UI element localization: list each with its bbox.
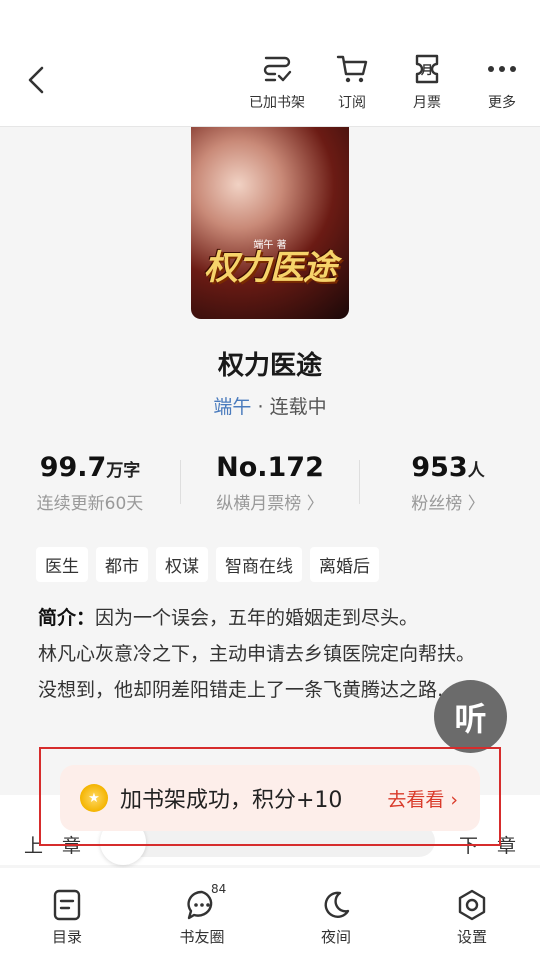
- tag-item[interactable]: 离婚后: [310, 547, 379, 582]
- svg-text:月: 月: [420, 63, 433, 77]
- intro-line: 林凡心灰意冷之下，主动申请去乡镇医院定向帮扶。: [38, 643, 476, 665]
- tag-item[interactable]: 都市: [96, 547, 148, 582]
- ticket-rank-stat[interactable]: No.172 纵横月票榜 〉: [180, 452, 360, 514]
- bookshelf-check-icon: [260, 52, 294, 86]
- fans-stat[interactable]: 953人 粉丝榜 〉: [358, 452, 538, 514]
- catalog-icon: [50, 888, 84, 922]
- nav-label: 设置: [456, 928, 487, 946]
- stat-divider: [359, 460, 360, 504]
- subscribe-label: 订阅: [338, 95, 366, 111]
- intro-line: 因为一个误会，五年的婚姻走到尽头。: [95, 607, 419, 629]
- nav-book-circle[interactable]: 84 书友圈: [162, 882, 242, 947]
- bottom-nav: 目录 84 书友圈 夜间 设置: [0, 868, 540, 960]
- bookshelf-button[interactable]: 已加书架: [245, 52, 309, 114]
- ticket-icon: 月: [410, 52, 444, 86]
- tag-item[interactable]: 医生: [36, 547, 88, 582]
- top-bar: 已加书架 订阅 月 月票 更多: [0, 0, 540, 127]
- word-count-value: 99.7: [39, 452, 107, 483]
- tag-item[interactable]: 智商在线: [216, 547, 302, 582]
- word-count-unit: 万字: [106, 461, 141, 481]
- monthly-ticket-button[interactable]: 月 月票: [395, 52, 459, 114]
- tag-list: 医生 都市 权谋 智商在线 离婚后: [36, 547, 379, 582]
- monthly-ticket-label: 月票: [413, 95, 441, 111]
- bookshelf-label: 已加书架: [249, 95, 305, 111]
- author-link[interactable]: 端午: [213, 396, 251, 418]
- moon-icon: [319, 888, 353, 922]
- fans-rank-label: 粉丝榜 〉: [411, 494, 485, 514]
- more-dots-icon: [485, 52, 519, 86]
- fans-unit: 人: [467, 461, 485, 481]
- nav-label: 夜间: [320, 928, 351, 946]
- nav-catalog[interactable]: 目录: [27, 888, 107, 947]
- cover-title: 权力医途: [204, 248, 337, 288]
- nav-label: 书友圈: [179, 928, 225, 946]
- nav-settings[interactable]: 设置: [432, 888, 512, 947]
- ticket-rank-value: No.172: [216, 452, 324, 483]
- nav-night-mode[interactable]: 夜间: [296, 888, 376, 947]
- book-meta: 端午 · 连载中: [0, 392, 540, 419]
- book-intro[interactable]: 简介：因为一个误会，五年的婚姻走到尽头。 林凡心灰意冷之下，主动申请去乡镇医院定…: [38, 600, 493, 708]
- stat-divider: [180, 460, 181, 504]
- subscribe-button[interactable]: 订阅: [320, 52, 384, 114]
- highlight-box: [39, 747, 501, 846]
- update-streak: 连续更新60天: [36, 494, 144, 514]
- fans-value: 953: [411, 452, 468, 483]
- chat-bubble-icon: 84: [185, 882, 226, 922]
- book-cover[interactable]: 端午 著 权力医途: [191, 127, 349, 319]
- book-title: 权力医途: [217, 351, 322, 381]
- book-circle-badge: 84: [211, 882, 227, 896]
- back-button[interactable]: [20, 62, 52, 98]
- listen-button[interactable]: 听: [434, 680, 507, 753]
- more-button[interactable]: 更多: [470, 52, 534, 114]
- nav-label: 目录: [51, 928, 82, 946]
- intro-line: 没想到，他却阴差阳错走上了一条飞黄腾达之路……: [38, 679, 476, 701]
- more-label: 更多: [488, 95, 516, 111]
- ticket-rank-label: 纵横月票榜 〉: [216, 494, 324, 514]
- intro-label: 简介：: [38, 607, 96, 629]
- tag-item[interactable]: 权谋: [156, 547, 208, 582]
- cart-icon: [335, 52, 369, 86]
- chevron-left-icon: [28, 66, 44, 94]
- book-status: · 连载中: [257, 396, 327, 418]
- settings-icon: [455, 888, 489, 922]
- word-count-stat: 99.7万字 连续更新60天: [0, 452, 180, 514]
- stats-row: 99.7万字 连续更新60天 No.172 纵横月票榜 〉 953人 粉丝榜 〉: [0, 452, 540, 522]
